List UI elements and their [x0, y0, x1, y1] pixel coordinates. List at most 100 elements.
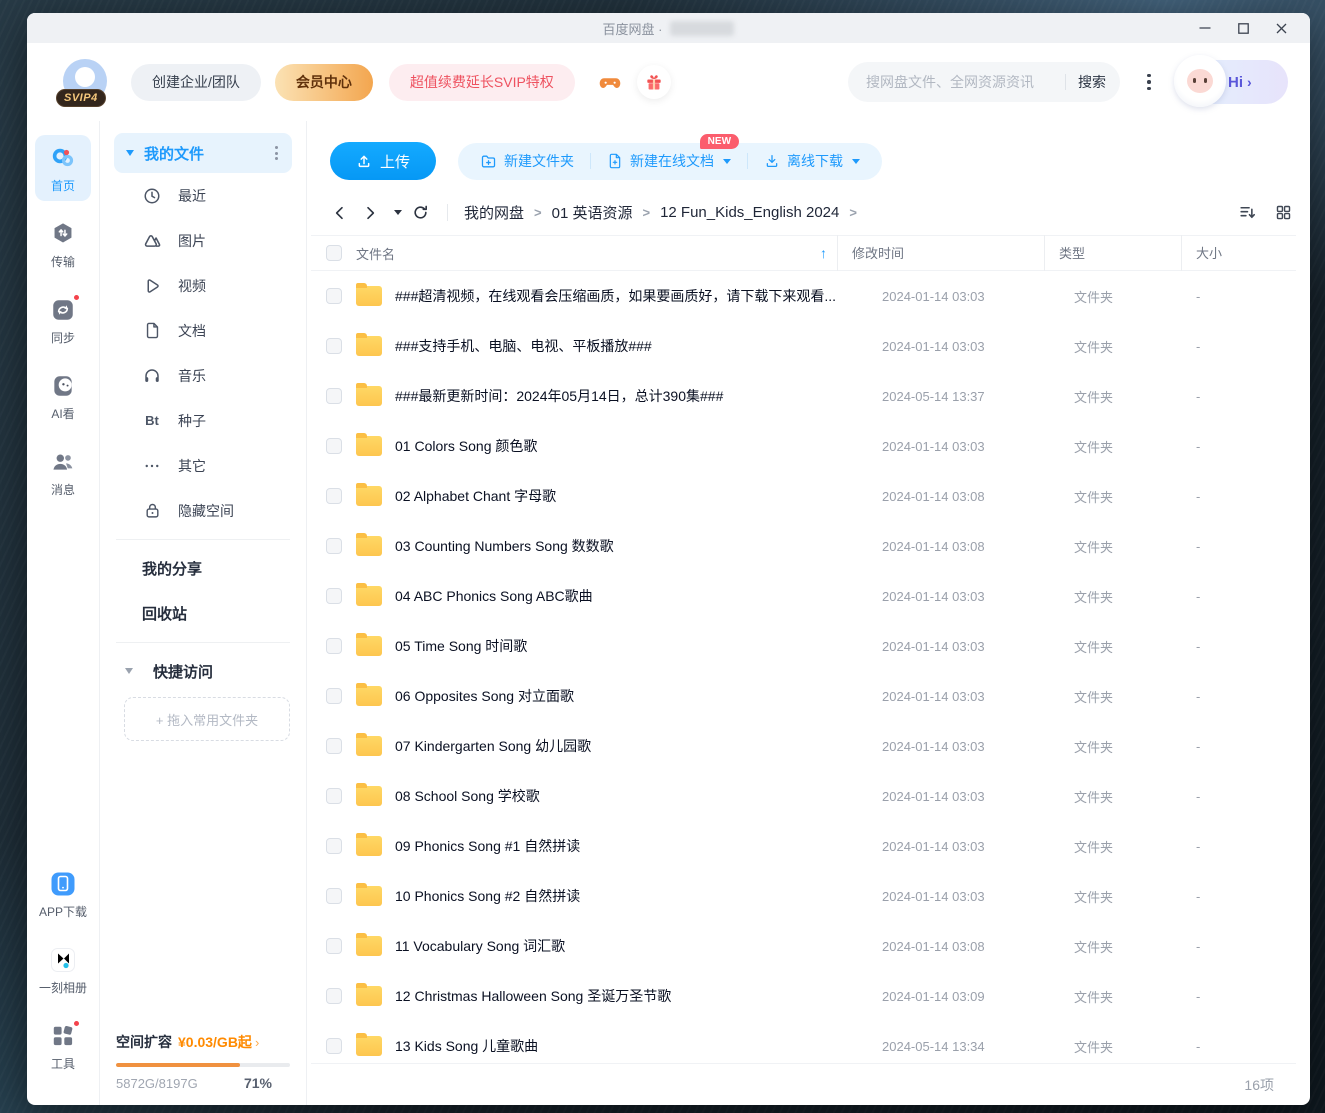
sidebar-item-recent[interactable]: 最近 — [114, 173, 292, 218]
rail-item-home[interactable]: 首页 — [35, 135, 91, 201]
row-checkbox[interactable] — [326, 1038, 342, 1054]
file-name[interactable]: ###超清视频，在线观看会压缩画质，如果要画质好，请下载下来观看... — [395, 286, 848, 306]
row-checkbox[interactable] — [326, 688, 342, 704]
search-input[interactable] — [866, 74, 1053, 90]
table-row[interactable]: 13 Kids Song 儿童歌曲2024-05-14 13:34文件夹- — [311, 1021, 1296, 1063]
refresh-button[interactable] — [412, 204, 429, 221]
table-row[interactable]: 06 Opposites Song 对立面歌2024-01-14 03:03文件… — [311, 671, 1296, 721]
sidebar-item-my-files[interactable]: 我的文件 — [114, 133, 292, 173]
svip-renew-promo-button[interactable]: 超值续费延长SVIP特权 — [389, 64, 575, 101]
file-name[interactable]: 09 Phonics Song #1 自然拼读 — [395, 836, 592, 856]
row-checkbox[interactable] — [326, 388, 342, 404]
column-modified[interactable]: 修改时间 — [852, 246, 904, 261]
table-row[interactable]: 05 Time Song 时间歌2024-01-14 03:03文件夹- — [311, 621, 1296, 671]
forward-button[interactable] — [362, 205, 378, 221]
rail-item-sync[interactable]: 同步 — [35, 287, 91, 353]
row-checkbox[interactable] — [326, 738, 342, 754]
row-checkbox[interactable] — [326, 438, 342, 454]
back-button[interactable] — [332, 205, 348, 221]
row-checkbox[interactable] — [326, 938, 342, 954]
table-row[interactable]: 02 Alphabet Chant 字母歌2024-01-14 03:08文件夹… — [311, 471, 1296, 521]
file-name[interactable]: 12 Christmas Halloween Song 圣诞万圣节歌 — [395, 986, 683, 1006]
table-row[interactable]: 04 ABC Phonics Song ABC歌曲2024-01-14 03:0… — [311, 571, 1296, 621]
row-checkbox[interactable] — [326, 838, 342, 854]
table-row[interactable]: ###支持手机、电脑、电视、平板播放###2024-01-14 03:03文件夹… — [311, 321, 1296, 371]
row-checkbox[interactable] — [326, 888, 342, 904]
file-name[interactable]: 08 School Song 学校歌 — [395, 786, 552, 806]
column-name[interactable]: 文件名 — [356, 244, 395, 263]
breadcrumb-item[interactable]: 我的网盘 — [464, 202, 524, 223]
drop-folder-target[interactable]: + 拖入常用文件夹 — [124, 697, 290, 741]
file-name[interactable]: 03 Counting Numbers Song 数数歌 — [395, 536, 626, 556]
sidebar-item-recycle-bin[interactable]: 回收站 — [114, 591, 292, 636]
new-folder-button[interactable]: 新建文件夹 — [464, 143, 590, 180]
maximize-button[interactable] — [1224, 13, 1262, 43]
sidebar-item-hidden-space[interactable]: 隐藏空间 — [114, 488, 292, 533]
row-checkbox[interactable] — [326, 338, 342, 354]
file-name[interactable]: 01 Colors Song 颜色歌 — [395, 436, 549, 456]
minimize-button[interactable] — [1186, 13, 1224, 43]
title-bar[interactable]: 百度网盘 · — [27, 13, 1310, 43]
rail-item-photo-album[interactable]: 一刻相册 — [35, 937, 91, 1003]
sidebar-item-videos[interactable]: 视频 — [114, 263, 292, 308]
grid-view-icon[interactable] — [1275, 204, 1292, 221]
table-row[interactable]: 03 Counting Numbers Song 数数歌2024-01-14 0… — [311, 521, 1296, 571]
rail-item-transfer[interactable]: 传输 — [35, 211, 91, 277]
file-name[interactable]: 05 Time Song 时间歌 — [395, 636, 539, 656]
table-row[interactable]: 01 Colors Song 颜色歌2024-01-14 03:03文件夹- — [311, 421, 1296, 471]
rail-item-tools[interactable]: 工具 — [35, 1013, 91, 1079]
section-more-icon[interactable] — [271, 142, 282, 164]
file-name[interactable]: 06 Opposites Song 对立面歌 — [395, 686, 586, 706]
sort-order-icon[interactable] — [1238, 203, 1257, 222]
search-button[interactable]: 搜索 — [1078, 72, 1106, 92]
rail-item-messages[interactable]: 消息 — [35, 439, 91, 505]
table-row[interactable]: ###超清视频，在线观看会压缩画质，如果要画质好，请下载下来观看...2024-… — [311, 271, 1296, 321]
table-row[interactable]: 12 Christmas Halloween Song 圣诞万圣节歌2024-0… — [311, 971, 1296, 1021]
sidebar-item-others[interactable]: 其它 — [114, 443, 292, 488]
sidebar-item-images[interactable]: 图片 — [114, 218, 292, 263]
row-checkbox[interactable] — [326, 538, 342, 554]
file-name[interactable]: 07 Kindergarten Song 幼儿园歌 — [395, 736, 603, 756]
sidebar-item-torrents[interactable]: Bt 种子 — [114, 398, 292, 443]
row-checkbox[interactable] — [326, 988, 342, 1004]
file-name[interactable]: 10 Phonics Song #2 自然拼读 — [395, 886, 592, 906]
rail-item-ai-view[interactable]: AI看 — [35, 363, 91, 429]
table-row[interactable]: 07 Kindergarten Song 幼儿园歌2024-01-14 03:0… — [311, 721, 1296, 771]
file-name[interactable]: 02 Alphabet Chant 字母歌 — [395, 486, 568, 506]
sort-asc-icon[interactable]: ↑ — [820, 245, 827, 261]
row-checkbox[interactable] — [326, 588, 342, 604]
row-checkbox[interactable] — [326, 488, 342, 504]
account-avatar[interactable]: SVIP4 — [63, 59, 109, 105]
sidebar-item-my-shares[interactable]: 我的分享 — [114, 546, 292, 591]
file-name[interactable]: ###最新更新时间：2024年05月14日，总计390集### — [395, 386, 735, 406]
new-online-doc-button[interactable]: NEW 新建在线文档 — [591, 143, 747, 180]
upload-button[interactable]: 上传 — [330, 142, 436, 180]
member-center-button[interactable]: 会员中心 — [275, 64, 373, 101]
table-row[interactable]: 08 School Song 学校歌2024-01-14 03:03文件夹- — [311, 771, 1296, 821]
row-checkbox[interactable] — [326, 288, 342, 304]
sidebar-item-music[interactable]: 音乐 — [114, 353, 292, 398]
table-row[interactable]: ###最新更新时间：2024年05月14日，总计390集###2024-05-1… — [311, 371, 1296, 421]
create-team-button[interactable]: 创建企业/团队 — [131, 64, 261, 101]
row-checkbox[interactable] — [326, 638, 342, 654]
table-row[interactable]: 11 Vocabulary Song 词汇歌2024-01-14 03:08文件… — [311, 921, 1296, 971]
game-icon[interactable] — [593, 65, 627, 99]
file-name[interactable]: 13 Kids Song 儿童歌曲 — [395, 1036, 550, 1056]
close-button[interactable] — [1262, 13, 1300, 43]
breadcrumb-dropdown-chevron[interactable]: > — [849, 205, 857, 220]
gift-icon[interactable] — [637, 65, 671, 99]
collapse-triangle-icon[interactable] — [125, 668, 133, 674]
sidebar-item-quick-access[interactable]: 快捷访问 — [114, 649, 292, 693]
table-row[interactable]: 09 Phonics Song #1 自然拼读2024-01-14 03:03文… — [311, 821, 1296, 871]
column-size[interactable]: 大小 — [1196, 246, 1222, 261]
history-dropdown-caret[interactable] — [392, 210, 402, 215]
table-row[interactable]: 10 Phonics Song #2 自然拼读2024-01-14 03:03文… — [311, 871, 1296, 921]
more-menu-icon[interactable] — [1136, 62, 1162, 102]
rail-item-app-download[interactable]: APP下载 — [35, 861, 91, 927]
offline-download-button[interactable]: 离线下载 — [748, 143, 876, 180]
user-avatar-pill[interactable]: Hi › — [1176, 60, 1288, 104]
storage-expand-link[interactable]: 空间扩容 ¥0.03/GB起 › — [116, 1032, 290, 1052]
select-all-checkbox[interactable] — [326, 245, 342, 261]
column-type[interactable]: 类型 — [1059, 246, 1085, 261]
row-checkbox[interactable] — [326, 788, 342, 804]
